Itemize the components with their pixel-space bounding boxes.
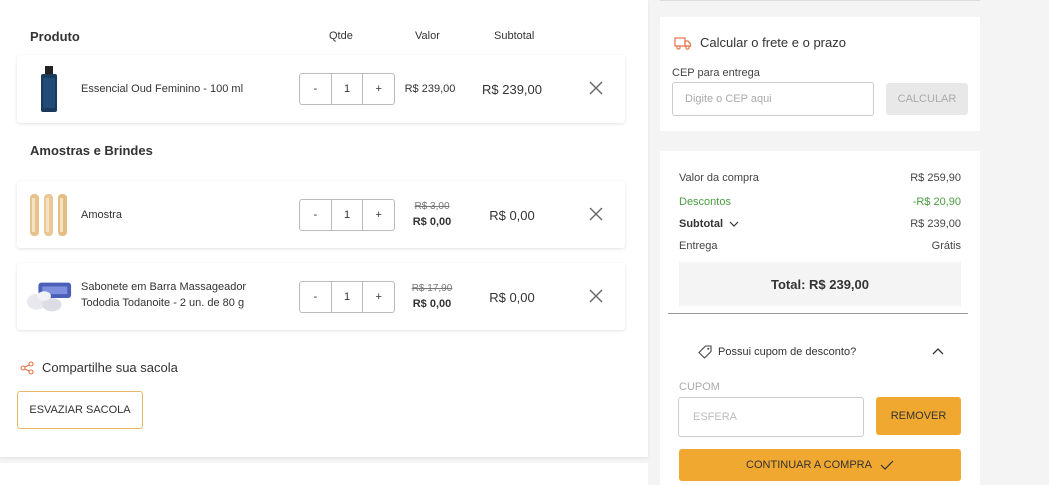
empty-cart-button[interactable]: ESVAZIAR SACOLA — [17, 391, 143, 429]
item-subtotal: R$ 239,00 — [482, 82, 542, 97]
qty-minus-button[interactable]: - — [300, 200, 331, 230]
remove-coupon-button[interactable]: REMOVER — [876, 397, 961, 435]
subtotal-value: R$ 239,00 — [910, 218, 961, 230]
purchase-value-row: Valor da compra R$ 259,90 — [679, 172, 961, 184]
sample-item-row: Amostra - 1 + R$ 3,00 R$ 0,00 R$ 0,00 — [17, 181, 625, 248]
qty-plus-button[interactable]: + — [363, 200, 394, 230]
new-price: R$ 0,00 — [412, 298, 452, 310]
product-name[interactable]: Essencial Oud Feminino - 100 ml — [81, 81, 243, 97]
tag-icon — [698, 345, 712, 359]
subtotal-label: Subtotal — [679, 218, 723, 230]
cart-item-row: Essencial Oud Feminino - 100 ml - 1 + R$… — [17, 55, 625, 123]
qty-minus-button[interactable]: - — [300, 282, 331, 312]
delivery-label: Entrega — [679, 240, 718, 252]
delivery-row: Entrega Grátis — [679, 240, 961, 252]
close-icon[interactable] — [589, 289, 603, 303]
shipping-title: Calcular o frete e o prazo — [674, 35, 846, 50]
product-name-line2: Tododia Todanoite - 2 un. de 80 g — [81, 297, 245, 309]
share-label: Compartilhe sua sacola — [42, 360, 178, 375]
item-subtotal: R$ 0,00 — [489, 208, 535, 223]
delivery-value: Grátis — [931, 240, 961, 252]
discount-row: Descontos -R$ 20,90 — [679, 196, 961, 208]
header-qtde: Qtde — [329, 30, 353, 42]
total-box: Total: R$ 239,00 — [679, 262, 961, 306]
shipping-title-text: Calcular o frete e o prazo — [700, 35, 846, 50]
sample-item-row: Sabonete em Barra Massageador Tododia To… — [17, 263, 625, 330]
divider — [660, 0, 980, 1]
chevron-down-icon — [729, 221, 739, 227]
quantity-stepper: - 1 + — [299, 199, 395, 231]
qty-plus-button[interactable]: + — [363, 74, 394, 104]
cep-label: CEP para entrega — [672, 67, 760, 79]
quantity-stepper: - 1 + — [299, 73, 395, 105]
unit-price: R$ 239,00 — [404, 83, 456, 95]
product-name-line1: Sabonete em Barra Massageador — [81, 281, 247, 293]
old-price: R$ 17,90 — [411, 283, 453, 294]
footer-strip — [0, 463, 648, 485]
calculate-button[interactable]: CALCULAR — [886, 83, 968, 115]
quantity-stepper: - 1 + — [299, 281, 395, 313]
subtotal-row[interactable]: Subtotal R$ 239,00 — [679, 218, 961, 230]
item-subtotal: R$ 0,00 — [489, 290, 535, 305]
divider — [668, 313, 968, 314]
discount-value: -R$ 20,90 — [912, 196, 961, 208]
truck-icon — [674, 36, 692, 50]
product-name[interactable]: Amostra — [81, 207, 122, 223]
new-price: R$ 0,00 — [412, 216, 452, 228]
check-icon — [880, 460, 894, 470]
purchase-label: Valor da compra — [679, 172, 759, 184]
soap-bar-icon — [25, 271, 73, 323]
qty-minus-button[interactable]: - — [300, 74, 331, 104]
continue-label: CONTINUAR A COMPRA — [746, 459, 872, 471]
perfume-bottle-icon — [25, 63, 73, 115]
discount-label: Descontos — [679, 196, 731, 208]
qty-plus-button[interactable]: + — [363, 282, 394, 312]
order-summary-card: Valor da compra R$ 259,90 Descontos -R$ … — [660, 151, 980, 485]
old-price: R$ 3,00 — [414, 201, 450, 212]
coupon-input[interactable]: ESFERA — [678, 397, 864, 437]
product-name[interactable]: Sabonete em Barra Massageador Tododia To… — [81, 279, 246, 311]
header-produto: Produto — [30, 29, 80, 44]
header-valor: Valor — [415, 30, 440, 42]
samples-section-title: Amostras e Brindes — [30, 143, 153, 158]
close-icon[interactable] — [589, 207, 603, 221]
sample-vials-icon — [25, 189, 73, 241]
coupon-label: CUPOM — [679, 381, 720, 393]
cep-input[interactable]: Digite o CEP aqui — [672, 82, 874, 116]
qty-input[interactable]: 1 — [330, 200, 364, 230]
coupon-toggle-label: Possui cupom de desconto? — [718, 346, 857, 358]
cart-panel: Produto Qtde Valor Subtotal Essencial Ou… — [0, 0, 648, 457]
purchase-value: R$ 259,90 — [910, 172, 961, 184]
close-icon[interactable] — [589, 81, 603, 95]
qty-input[interactable]: 1 — [330, 282, 364, 312]
qty-input[interactable]: 1 — [330, 74, 364, 104]
share-icon — [20, 360, 34, 375]
share-cart-link[interactable]: Compartilhe sua sacola — [20, 360, 178, 375]
header-subtotal: Subtotal — [494, 30, 535, 42]
shipping-card: Calcular o frete e o prazo CEP para entr… — [660, 17, 980, 131]
subtotal-toggle[interactable]: Subtotal — [679, 218, 739, 230]
continue-purchase-button[interactable]: CONTINUAR A COMPRA — [679, 449, 961, 481]
coupon-toggle[interactable]: Possui cupom de desconto? — [698, 345, 856, 359]
chevron-up-icon[interactable] — [932, 347, 944, 355]
